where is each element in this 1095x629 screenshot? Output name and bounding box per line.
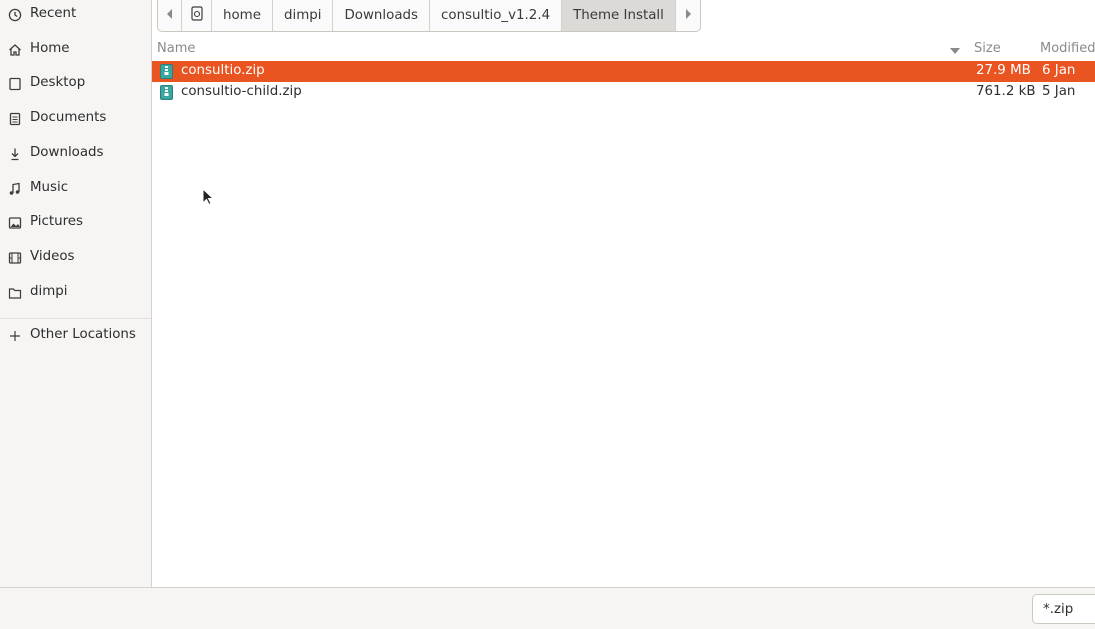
path-segment-dimpi[interactable]: dimpi — [273, 0, 334, 31]
sidebar-item-label: Other Locations — [30, 327, 136, 342]
path-segment-downloads[interactable]: Downloads — [333, 0, 431, 31]
video-icon — [7, 250, 23, 266]
sidebar-item-documents[interactable]: Documents — [0, 104, 151, 134]
clock-icon — [7, 7, 23, 23]
sidebar: Recent Home Desktop Documents Downloads … — [0, 0, 152, 587]
file-type-filter[interactable]: *.zip — [1032, 594, 1095, 624]
path-segment-consultio[interactable]: consultio_v1.2.4 — [430, 0, 563, 31]
document-icon — [7, 111, 23, 127]
path-root-button[interactable] — [182, 0, 212, 31]
archive-icon — [160, 85, 173, 100]
file-name: consultio-child.zip — [181, 84, 302, 99]
sidebar-item-music[interactable]: Music — [0, 174, 151, 204]
column-header-size[interactable]: Size — [974, 38, 1001, 58]
breadcrumb: home dimpi Downloads consultio_v1.2.4 Th… — [157, 0, 701, 32]
filter-value: *.zip — [1043, 601, 1074, 617]
sidebar-item-label: Recent — [30, 6, 77, 21]
file-size: 27.9 MB — [976, 63, 1031, 78]
sidebar-item-pictures[interactable]: Pictures — [0, 208, 151, 238]
plus-icon — [7, 328, 23, 344]
sidebar-item-label: Downloads — [30, 145, 104, 160]
file-modified: 5 Jan — [1042, 84, 1076, 99]
sidebar-item-other-locations[interactable]: Other Locations — [0, 321, 151, 351]
file-name: consultio.zip — [181, 63, 265, 78]
sidebar-item-desktop[interactable]: Desktop — [0, 69, 151, 99]
bottom-bar: *.zip — [0, 587, 1095, 629]
path-segment-theme-install[interactable]: Theme Install — [562, 0, 676, 31]
picture-icon — [7, 215, 23, 231]
home-icon — [7, 42, 23, 58]
drive-icon — [190, 6, 203, 25]
sidebar-item-label: Pictures — [30, 214, 84, 229]
desktop-icon — [7, 76, 23, 92]
sidebar-item-label: Videos — [30, 249, 75, 264]
folder-icon — [7, 285, 23, 301]
sidebar-item-label: Documents — [30, 110, 107, 125]
path-segment-home[interactable]: home — [212, 0, 273, 31]
download-icon — [7, 146, 23, 162]
file-row-consultio-zip[interactable]: consultio.zip 27.9 MB 6 Jan — [152, 61, 1095, 82]
path-back-button[interactable] — [158, 0, 182, 31]
sidebar-item-videos[interactable]: Videos — [0, 243, 151, 273]
sidebar-item-dimpi[interactable]: dimpi — [0, 278, 151, 308]
sidebar-item-label: Desktop — [30, 75, 86, 90]
chevron-right-icon — [684, 8, 692, 23]
file-row-consultio-child-zip[interactable]: consultio-child.zip 761.2 kB 5 Jan — [152, 82, 1095, 103]
sidebar-item-recent[interactable]: Recent — [0, 0, 151, 30]
sort-descending-icon[interactable] — [950, 44, 960, 54]
column-header-name[interactable]: Name — [157, 38, 967, 58]
sidebar-item-label: dimpi — [30, 284, 68, 299]
sidebar-item-label: Music — [30, 180, 69, 195]
file-modified: 6 Jan — [1042, 63, 1076, 78]
sidebar-divider — [0, 318, 151, 319]
chevron-left-icon — [166, 8, 174, 23]
column-header-modified[interactable]: Modified — [1040, 38, 1095, 58]
mouse-pointer-icon — [202, 187, 215, 206]
archive-icon — [160, 64, 173, 79]
sidebar-item-home[interactable]: Home — [0, 35, 151, 65]
sidebar-item-label: Home — [30, 41, 70, 56]
file-size: 761.2 kB — [976, 84, 1036, 99]
music-icon — [7, 181, 23, 197]
sidebar-item-downloads[interactable]: Downloads — [0, 139, 151, 169]
path-forward-button[interactable] — [676, 0, 700, 31]
